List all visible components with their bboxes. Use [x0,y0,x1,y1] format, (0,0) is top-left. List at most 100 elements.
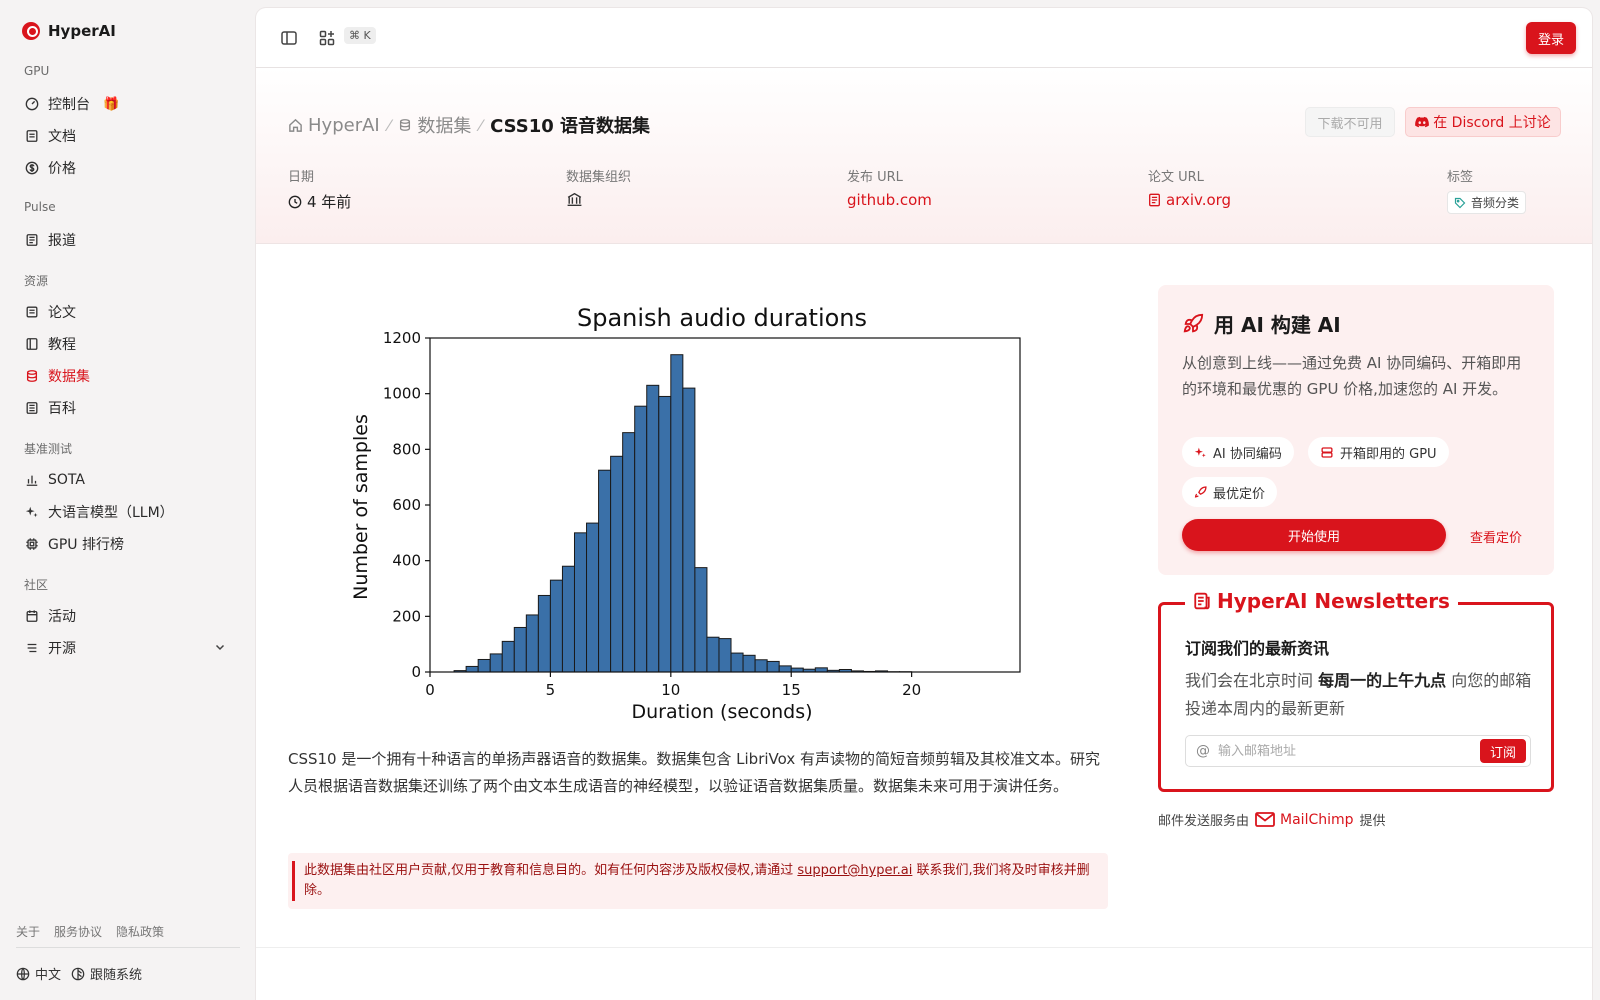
chart-title: Spanish audio durations [577,304,867,332]
tag-audio-classification[interactable]: 音频分类 [1447,191,1527,214]
section-label-gpu: GPU [24,64,50,78]
sidebar-item-pricing[interactable]: 价格 [16,154,238,182]
histogram-bar [766,660,780,673]
newsletter-legend: HyperAI Newsletters [1185,589,1458,613]
sidebar-item-news[interactable]: 报道 [16,226,238,254]
main-panel: ⌘ K 登录 HyperAI ⁄ 数据集 ⁄ CSS10 语音数据集 下载不可用… [256,8,1592,1000]
sidebar-item-opensource[interactable]: 开源 [16,634,238,662]
topbar: ⌘ K 登录 [256,8,1592,68]
promo-title: 用 AI 构建 AI [1182,309,1341,338]
footer-links: 关于 服务协议 隐私政策 [16,923,164,940]
histogram-bar [778,665,792,673]
institution-icon[interactable] [566,191,583,208]
sidebar-item-papers[interactable]: 论文 [16,298,238,326]
login-button[interactable]: 登录 [1526,22,1576,54]
page-title: CSS10 语音数据集 [490,116,651,137]
database-icon [25,369,39,383]
x-tick-label: 5 [546,681,556,699]
histogram-bar [694,567,708,673]
y-tick-label: 200 [392,607,421,625]
histogram-bar [586,522,600,673]
histogram-bar [573,532,588,673]
sidebar-item-sota[interactable]: SOTA [16,466,238,494]
theme-icon [71,967,85,980]
tag-icon [1454,197,1466,208]
rocket-icon [1183,313,1204,332]
sidebar-item-gpu-ranking[interactable]: GPU 排行榜 [16,530,238,558]
command-shortcut[interactable]: ⌘ K [344,27,376,44]
theme-switcher[interactable]: 跟随系统 [71,964,142,983]
footer-link-terms[interactable]: 服务协议 [54,923,102,940]
sidebar-item-tutorials[interactable]: 教程 [16,330,238,358]
sidebar-item-llm[interactable]: 大语言模型（LLM） [16,498,238,526]
breadcrumb-separator: ⁄ [387,115,391,135]
globe-icon [16,967,30,980]
sidebar-toggle-icon[interactable] [280,29,298,47]
email-input[interactable] [1210,743,1480,759]
cpu-icon [25,537,39,551]
breadcrumb-home[interactable]: HyperAI [288,115,380,136]
chevron-down-icon[interactable] [214,641,226,657]
support-email-link[interactable]: support@hyper.ai [797,863,912,878]
y-tick-label: 600 [392,496,421,514]
histogram-bar [634,405,648,673]
mail-icon [1255,812,1275,827]
histogram-bar [549,579,563,673]
footer-link-about[interactable]: 关于 [16,923,40,940]
histogram-bar [682,387,696,673]
chip-best-pricing: 最优定价 [1182,477,1278,507]
discord-button[interactable]: 在 Discord 上讨论 [1405,107,1561,137]
release-url-link[interactable]: github.com [847,191,932,209]
download-button[interactable]: 下载不可用 [1305,107,1395,137]
histogram-bar [513,626,527,673]
x-tick-label: 20 [902,681,921,699]
view-pricing-link[interactable]: 查看定价 [1470,527,1522,546]
breadcrumb-separator: ⁄ [479,115,483,135]
chart-ylabel: Number of samples [350,414,372,600]
histogram-bar [706,636,720,673]
gift-icon: 🎁 [103,96,120,112]
x-tick-label: 15 [782,681,801,699]
sidebar-item-events[interactable]: 活动 [16,602,238,630]
sidebar: HyperAI GPU 控制台 🎁 文档 价格 Pulse 报道 资源 论文 教… [0,0,255,1000]
language-switcher[interactable]: 中文 [16,964,61,983]
apps-icon[interactable] [318,29,336,47]
promo-card: 用 AI 构建 AI 从创意到上线——通过免费 AI 协同编码、开箱即用的环境和… [1158,285,1554,575]
histogram-svg: Spanish audio durations Duration (second… [350,304,1021,723]
histogram-bar [477,658,491,673]
histogram-bar [658,395,672,673]
copyright-notice: 此数据集由社区用户贡献,仅用于教育和信息目的。如有任何内容涉及版权侵权,请通过 … [288,853,1108,909]
mailchimp-link[interactable]: MailChimp [1255,812,1354,828]
paper-url-link[interactable]: arxiv.org [1148,191,1231,209]
histogram-bar [730,652,744,673]
section-label-resources: 资源 [24,274,49,288]
sidebar-item-datasets[interactable]: 数据集 [16,362,238,390]
histogram-bar [598,469,612,673]
get-started-button[interactable]: 开始使用 [1182,519,1446,551]
subscribe-button[interactable]: 订阅 [1480,739,1526,763]
duration-histogram: Spanish audio durations Duration (second… [286,270,1108,730]
histogram-bar [718,638,732,673]
sidebar-item-console[interactable]: 控制台 🎁 [16,90,238,118]
hyperai-logo-icon [22,22,40,40]
at-icon: @ [1196,743,1210,759]
doc-icon [25,129,39,143]
brand-name: HyperAI [48,22,116,40]
clock-icon [288,195,302,208]
breadcrumb-datasets[interactable]: 数据集 [398,112,471,138]
newsletter-title: 订阅我们的最新资讯 [1185,639,1330,658]
section-label-benchmarks: 基准测试 [24,442,73,456]
sparkle-icon [1194,447,1206,457]
sidebar-item-wiki[interactable]: 百科 [16,394,238,422]
sidebar-item-docs[interactable]: 文档 [16,122,238,150]
footer-link-privacy[interactable]: 隐私政策 [116,923,164,940]
mail-credit: 邮件发送服务由 MailChimp 提供 [1158,811,1386,830]
promo-description: 从创意到上线——通过免费 AI 协同编码、开箱即用的环境和最优惠的 GPU 价格… [1182,354,1522,398]
meta-paper-url: 论文 URL arxiv.org [1148,170,1232,209]
paper-icon [25,305,39,319]
histogram-bar [537,594,551,673]
y-tick-label: 0 [411,663,421,681]
histogram-bar [525,614,539,673]
brand[interactable]: HyperAI [22,22,116,40]
rocket-icon [1194,485,1207,498]
